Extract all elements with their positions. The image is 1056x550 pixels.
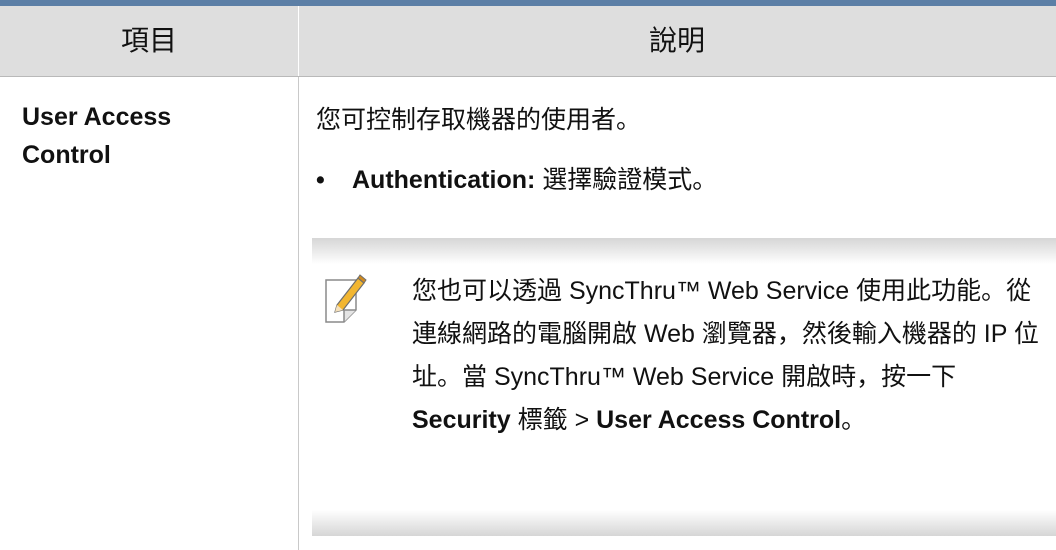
header-item: 項目 [120, 24, 177, 57]
table-header-row: 項目 說明 [0, 6, 1056, 77]
note-text-part-2: 標籤 > [510, 406, 597, 434]
note-shade-bottom [312, 510, 1056, 536]
note-user-access-control: User Access Control [596, 406, 842, 434]
bullet-term: Authentication: [352, 166, 536, 194]
note-text-part-3: 。 [841, 406, 867, 434]
note-pencil-icon [320, 272, 370, 328]
item-name-line-1: User Access [22, 103, 172, 131]
bullet-text: 選擇驗證模式。 [535, 166, 718, 194]
item-name: User Access Control [22, 98, 282, 174]
note-security-tab: Security [412, 406, 511, 434]
note-text-part-1: 您也可以透過 SyncThru™ Web Service 使用此功能。從連線網路… [412, 277, 1039, 391]
header-description: 說明 [648, 24, 705, 57]
bullet-item-authentication: • Authentication: 選擇驗證模式。 [316, 162, 717, 198]
bullet-dot: • [316, 166, 325, 194]
note-text: 您也可以透過 SyncThru™ Web Service 使用此功能。從連線網路… [412, 270, 1047, 442]
description-text: 您可控制存取機器的使用者。 [316, 106, 642, 134]
item-name-line-2: Control [22, 141, 111, 169]
column-divider [298, 77, 299, 550]
note-box: 您也可以透過 SyncThru™ Web Service 使用此功能。從連線網路… [312, 238, 1056, 550]
settings-table: 項目 說明 User Access Control 您可控制存取機器的使用者。 … [0, 0, 1056, 550]
note-shade-top [312, 238, 1056, 264]
